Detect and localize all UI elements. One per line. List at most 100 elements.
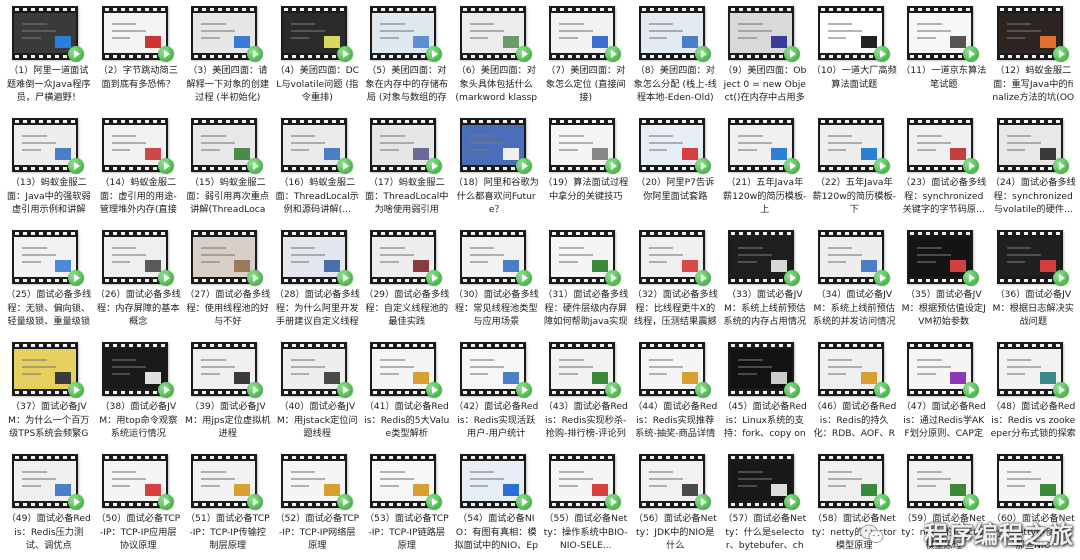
video-file-item[interactable]: （36）面试必备JVM：根据日志解决实战问题 — [989, 224, 1079, 336]
video-file-item[interactable]: （49）面试必备Redis：Redis压力测试、调优点 — [4, 448, 94, 560]
video-file-item[interactable]: （42）面试必备Redis：Redis实现活跃用户-用户统计 — [452, 336, 542, 448]
video-file-item[interactable]: （26）面试必备多线程：内存屏障的基本概念 — [94, 224, 184, 336]
video-file-item[interactable]: （34）面试必备JVM：系统上线前预估系统的并发访问情况 — [810, 224, 900, 336]
video-file-item[interactable]: （45）面试必备Redis：Linux系统的支持：fork、copy on wr… — [720, 336, 810, 448]
play-badge-icon — [1052, 382, 1069, 398]
video-file-item[interactable]: （2）字节跳动简三面到底有多恐怖？ — [94, 0, 184, 112]
video-file-item[interactable]: （46）面试必备Redis：Redis的持久化：RDB、AOF、RDB&a... — [810, 336, 900, 448]
video-file-item[interactable]: （14）蚂蚁金服二面：虚引用的用途-管理堆外内存(直接内存(... — [94, 112, 184, 224]
video-file-item[interactable]: （24）面试必备多线程：synchronized与volatile的硬件... — [989, 112, 1079, 224]
play-badge-icon — [157, 158, 174, 174]
video-file-item[interactable]: （22）五年Java年薪120w的简历模板-下 — [810, 112, 900, 224]
video-file-name: （47）面试必备Redis：通过Redis学AKF划分原则、CAP定理 — [901, 401, 986, 439]
video-file-item[interactable]: （57）面试必备Netty：什么是selector、bytebufer、cha.… — [720, 448, 810, 560]
video-file-item[interactable]: （55）面试必备Netty：操作系统中BIO-NIO-SELE... — [541, 448, 631, 560]
video-file-item[interactable]: （27）面试必备多线程：使用线程池的好与不好 — [183, 224, 273, 336]
video-file-name: （42）面试必备Redis：Redis实现活跃用户-用户统计 — [454, 401, 539, 439]
video-file-item[interactable]: （44）面试必备Redis：Redis实现推荐系统-抽奖-商品详情页 — [631, 336, 721, 448]
video-file-item[interactable]: （1）阿里一道面试题难倒一众Java程序员，尸横遍野！ — [4, 0, 94, 112]
play-badge-icon — [426, 46, 442, 62]
play-badge-icon — [336, 158, 353, 174]
video-file-name: （12）蚂蚁金服二面：重写Java中的finalize方法的坑(OOM内存... — [992, 65, 1075, 103]
video-file-item[interactable]: （13）蚂蚁金服二面：Java中的强软弱虚引用示例和讲解 — [4, 112, 94, 224]
video-file-item[interactable]: （4）美团四面：DCL与volatile问题 (指令重排) — [273, 0, 363, 112]
video-file-item[interactable]: （43）面试必备Redis：Redis实现秒杀-抢购-排行榜-评论列表 — [541, 336, 631, 448]
play-badge-icon — [605, 46, 621, 62]
play-badge-icon — [157, 270, 174, 286]
video-file-item[interactable]: （31）面试必备多线程：硬件层级内存屏障如何帮助java实现高... — [541, 224, 631, 336]
video-file-name: （32）面试必备多线程：比线程更牛X的线程，压测结果震撼纤程... — [632, 289, 718, 327]
video-file-name: （1）阿里一道面试题难倒一众Java程序员，尸横遍野！ — [6, 65, 91, 103]
video-file-item[interactable]: （35）面试必备JVM：根据预估值设定JVM初始参数 — [899, 224, 989, 336]
video-file-item[interactable]: （16）蚂蚁金服二面：ThreadLocal示例和源码讲解(... — [273, 112, 363, 224]
play-badge-icon — [515, 46, 532, 62]
video-file-item[interactable]: （50）面试必备TCP-IP：TCP-IP应用层协议原理 — [94, 448, 184, 560]
video-file-item[interactable]: （28）面试必备多线程：为什么阿里开发手册建议自定义线程池 — [273, 224, 363, 336]
video-file-item[interactable]: （18）阿里和谷歌为什么都喜欢问Future？ — [452, 112, 542, 224]
video-file-name: （11）一道京东算法笔试题 — [901, 65, 987, 90]
video-file-item[interactable]: （9）美团四面：Object 0 = new Object()在内存中占用多少字… — [720, 0, 810, 112]
video-file-name: （15）蚂蚁金服二面：弱引用再次重点讲解(ThreadLocal... — [186, 177, 270, 215]
video-file-item[interactable]: （56）面试必备Netty：JDK中的NIO是什么 — [631, 448, 721, 560]
video-file-item[interactable]: （30）面试必备多线程：常见线程池类型与应用场景 — [452, 224, 542, 336]
video-file-item[interactable]: （39）面试必备JVM：用jps定位虚拟机进程 — [183, 336, 273, 448]
video-file-item[interactable]: （3）美团四面：请解释一下对象的创建过程 (半初始化) — [183, 0, 273, 112]
video-file-item[interactable]: （7）美团四面：对象怎么定位 (直接间接) — [541, 0, 631, 112]
video-file-item[interactable]: （38）面试必备JVM：用top命令观察系统运行情况 — [94, 336, 184, 448]
video-file-name: （34）面试必备JVM：系统上线前预估系统的并发访问情况 — [812, 289, 896, 327]
video-file-item[interactable]: （33）面试必备JVM：系统上线前预估系统的内存占用情况 — [720, 224, 810, 336]
play-badge-icon — [336, 382, 353, 398]
video-file-item[interactable]: （48）面试必备Redis：Redis vs zookeeper分布式锁的探索 — [989, 336, 1079, 448]
video-file-item[interactable]: （10）一道大厂高频算法面试题 — [810, 0, 900, 112]
video-file-name: （19）算法面试过程中拿分的关键技巧 — [543, 177, 629, 202]
video-file-name: （13）蚂蚁金服二面：Java中的强软弱虚引用示例和讲解 — [6, 177, 91, 215]
play-badge-icon — [605, 382, 621, 398]
video-file-name: （45）面试必备Redis：Linux系统的支持：fork、copy on wr… — [722, 401, 807, 439]
video-file-item[interactable]: （12）蚂蚁金服二面：重写Java中的finalize方法的坑(OOM内存... — [989, 0, 1079, 112]
video-file-name: （22）五年Java年薪120w的简历模板-下 — [812, 177, 897, 215]
video-file-item[interactable]: （8）美团四面：对象怎么分配 (栈上-线程本地-Eden-Old) — [631, 0, 721, 112]
video-file-name: （43）面试必备Redis：Redis实现秒杀-抢购-排行榜-评论列表 — [543, 401, 628, 439]
play-badge-icon — [426, 270, 442, 286]
video-file-item[interactable]: （32）面试必备多线程：比线程更牛X的线程，压测结果震撼纤程... — [631, 224, 721, 336]
video-file-name: （23）面试必备多线程：synchronized关键字的字节码原... — [901, 177, 987, 215]
video-file-name: （49）面试必备Redis：Redis压力测试、调优点 — [6, 513, 91, 551]
video-file-item[interactable]: （47）面试必备Redis：通过Redis学AKF划分原则、CAP定理 — [899, 336, 989, 448]
video-file-name: （16）蚂蚁金服二面：ThreadLocal示例和源码讲解(... — [275, 177, 360, 215]
video-file-item[interactable]: （11）一道京东算法笔试题 — [899, 0, 989, 112]
play-badge-icon — [963, 382, 979, 398]
video-file-item[interactable]: （29）面试必备多线程：自定义线程池的最佳实践 — [362, 224, 452, 336]
video-file-name: （35）面试必备JVM：根据预估值设定JVM初始参数 — [901, 289, 986, 327]
play-badge-icon — [963, 46, 979, 62]
video-file-item[interactable]: （52）面试必备TCP-IP：TCP-IP网络层原理 — [273, 448, 363, 560]
video-file-item[interactable]: （6）美团四面：对象头具体包括什么 (markword klasspointer… — [452, 0, 542, 112]
play-badge-icon — [784, 382, 800, 398]
video-file-item[interactable]: （41）面试必备Redis：Redis的5大Value类型解析 — [362, 336, 452, 448]
play-badge-icon — [784, 270, 800, 286]
play-badge-icon — [336, 270, 353, 286]
play-badge-icon — [1052, 158, 1069, 174]
play-badge-icon — [784, 46, 800, 62]
video-file-item[interactable]: （58）面试必备Netty：netty的reactor模型原理 — [810, 448, 900, 560]
video-file-item[interactable]: （5）美团四面：对象在内存中的存储布局 (对象与数组的存储不同) — [362, 0, 452, 112]
video-file-item[interactable]: （19）算法面试过程中拿分的关键技巧 — [541, 112, 631, 224]
video-file-name: （37）面试必备JVM：为什么一个百万级TPS系统会频繁GC？ — [8, 401, 90, 439]
video-file-item[interactable]: （25）面试必备多线程：无锁、偏向锁、轻量级锁、重量级锁升... — [4, 224, 94, 336]
play-badge-icon — [873, 494, 890, 510]
video-file-item[interactable]: （23）面试必备多线程：synchronized关键字的字节码原... — [899, 112, 989, 224]
video-file-item[interactable]: （40）面试必备JVM：用jstack定位问题线程 — [273, 336, 363, 448]
video-file-name: （14）蚂蚁金服二面：虚引用的用途-管理堆外内存(直接内存(... — [99, 177, 177, 215]
play-badge-icon — [157, 382, 174, 398]
video-file-item[interactable]: （51）面试必备TCP-IP：TCP-IP传输控制层原理 — [183, 448, 273, 560]
video-file-name: （33）面试必备JVM：系统上线前预估系统的内存占用情况 — [723, 289, 807, 327]
video-file-name: （18）阿里和谷歌为什么都喜欢问Future？ — [453, 177, 539, 215]
video-file-item[interactable]: （37）面试必备JVM：为什么一个百万级TPS系统会频繁GC？ — [4, 336, 94, 448]
video-file-grid: （1）阿里一道面试题难倒一众Java程序员，尸横遍野！ （2）字节跳动简三面到底有… — [4, 0, 1080, 558]
video-file-item[interactable]: （15）蚂蚁金服二面：弱引用再次重点讲解(ThreadLocal... — [183, 112, 273, 224]
video-file-item[interactable]: （20）阿里P7告诉你阿里面试套路 — [631, 112, 721, 224]
video-file-item[interactable]: （17）蚂蚁金服二面：ThreadLocal中为啥使用弱引用 — [362, 112, 452, 224]
video-file-item[interactable]: （54）面试必备NIO：有图有真相：模拟面试中的NIO、Epoll... — [452, 448, 542, 560]
video-file-item[interactable]: （53）面试必备TCP-IP：TCP-IP链路层原理 — [362, 448, 452, 560]
play-badge-icon — [68, 494, 84, 510]
video-file-item[interactable]: （21）五年Java年薪120w的简历模板-上 — [720, 112, 810, 224]
